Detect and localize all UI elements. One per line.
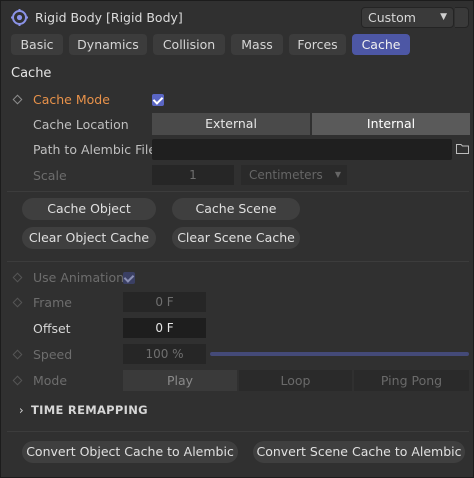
mode-ping-pong[interactable]: Ping Pong	[354, 370, 469, 391]
frame-input[interactable]: 0 F	[123, 292, 206, 312]
tab-dynamics[interactable]: Dynamics	[69, 34, 147, 55]
keyframe-diamond-icon[interactable]	[12, 94, 23, 105]
keyframe-diamond-icon[interactable]	[12, 375, 23, 386]
rigid-body-icon	[11, 9, 28, 26]
speed-slider-fill	[210, 352, 469, 356]
cache-location-internal[interactable]: Internal	[312, 113, 470, 135]
alembic-path-input[interactable]	[152, 139, 452, 160]
frame-label: Frame	[33, 295, 72, 310]
time-remapping-group[interactable]: › TIME REMAPPING	[19, 403, 148, 417]
keyframe-diamond-icon[interactable]	[12, 297, 23, 308]
mode-play[interactable]: Play	[123, 370, 237, 391]
speed-input[interactable]: 100 %	[123, 344, 206, 364]
scale-input[interactable]: 1	[152, 165, 234, 185]
offset-label: Offset	[33, 321, 71, 336]
use-animation-label: Use Animation	[33, 270, 125, 285]
use-animation-checkbox[interactable]	[123, 272, 135, 284]
tab-collision[interactable]: Collision	[153, 34, 225, 55]
speed-slider[interactable]	[210, 352, 469, 356]
tab-cache[interactable]: Cache	[352, 34, 410, 55]
cache-location-label: Cache Location	[33, 117, 129, 132]
attribute-manager: Rigid Body [Rigid Body] Custom ▼ Basic D…	[0, 0, 474, 478]
keyframe-diamond-icon[interactable]	[12, 349, 23, 360]
mode-label: Mode	[33, 373, 68, 388]
divider	[7, 261, 469, 262]
mode-loop[interactable]: Loop	[239, 370, 352, 391]
cache-mode-checkbox[interactable]	[152, 94, 164, 106]
scale-label: Scale	[33, 168, 67, 183]
divider	[7, 191, 469, 192]
folder-icon[interactable]	[456, 143, 469, 154]
scale-unit-dropdown[interactable]: Centimeters ▼	[241, 165, 347, 185]
preset-dropdown[interactable]: Custom ▼	[361, 7, 454, 28]
chevron-right-icon: ›	[19, 403, 24, 417]
cache-location-external[interactable]: External	[152, 113, 310, 135]
cache-scene-button[interactable]: Cache Scene	[172, 198, 300, 220]
cache-object-button[interactable]: Cache Object	[22, 198, 156, 220]
time-remapping-label: TIME REMAPPING	[31, 403, 148, 417]
cache-mode-label: Cache Mode	[33, 92, 110, 107]
object-title: Rigid Body [Rigid Body]	[35, 10, 183, 25]
convert-object-cache-button[interactable]: Convert Object Cache to Alembic	[22, 441, 238, 463]
speed-label: Speed	[33, 347, 73, 362]
section-title: Cache	[11, 66, 52, 81]
keyframe-diamond-icon[interactable]	[12, 272, 23, 283]
tab-forces[interactable]: Forces	[289, 34, 346, 55]
tab-mass[interactable]: Mass	[231, 34, 283, 55]
divider	[7, 431, 469, 432]
preset-side-cap	[455, 7, 469, 28]
preset-label: Custom	[368, 10, 416, 25]
chevron-down-icon: ▼	[334, 170, 341, 179]
tab-basic[interactable]: Basic	[11, 34, 63, 55]
clear-object-cache-button[interactable]: Clear Object Cache	[22, 227, 156, 249]
chevron-down-icon: ▼	[440, 12, 447, 22]
offset-input[interactable]: 0 F	[123, 318, 206, 338]
alembic-path-label: Path to Alembic File	[33, 142, 157, 157]
convert-scene-cache-button[interactable]: Convert Scene Cache to Alembic	[253, 441, 465, 463]
clear-scene-cache-button[interactable]: Clear Scene Cache	[172, 227, 300, 249]
scale-unit-label: Centimeters	[249, 168, 323, 182]
